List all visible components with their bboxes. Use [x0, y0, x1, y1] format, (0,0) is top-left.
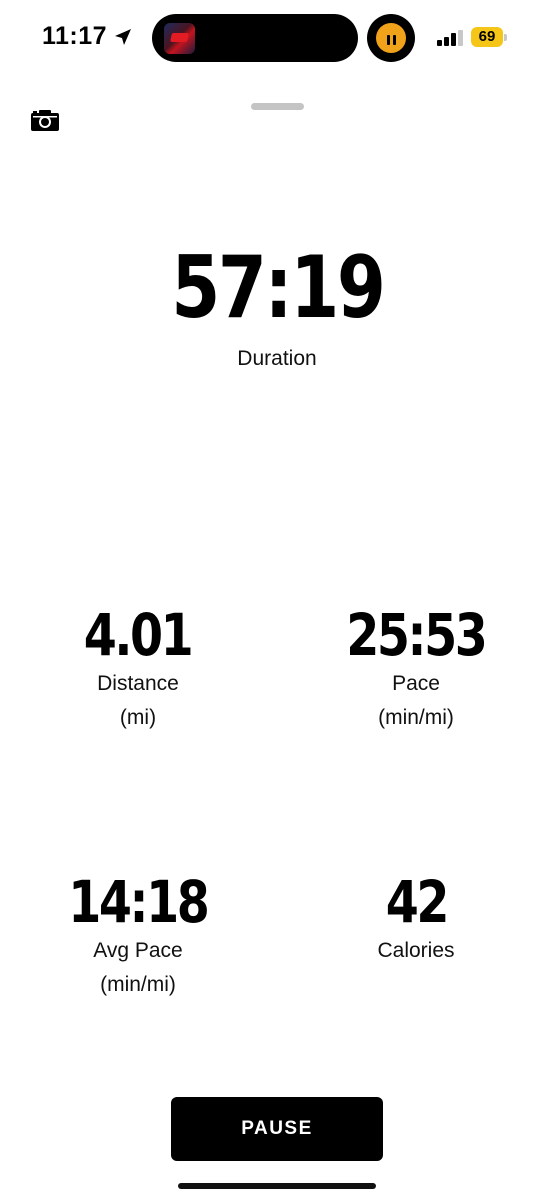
cellular-signal-icon [437, 30, 463, 46]
pause-icon [376, 23, 406, 53]
location-arrow-icon [115, 28, 132, 45]
avg-pace-label: Avg Pace [93, 939, 183, 962]
status-time: 11:17 [42, 22, 133, 51]
distance-label: Distance [97, 672, 179, 695]
duration-label: Duration [237, 347, 317, 370]
camera-icon[interactable] [30, 108, 60, 132]
distance-unit: (mi) [119, 706, 157, 729]
pace-unit: (min/mi) [378, 706, 454, 729]
avg-pace-value: 14:18 [68, 868, 210, 936]
pace-label: Pace [392, 672, 440, 695]
duration-value: 57:19 [170, 238, 386, 338]
sheet-grabber[interactable] [251, 103, 304, 110]
distance-stat: 4.01 Distance (mi) [38, 606, 238, 732]
pace-value: 25:53 [346, 601, 488, 669]
duration-stat: 57:19 Duration [77, 245, 477, 373]
calories-stat: 42 Calories [316, 873, 516, 965]
home-indicator[interactable] [178, 1183, 376, 1189]
workout-timer-indicator[interactable] [367, 14, 415, 62]
now-playing-artwork [164, 23, 195, 54]
avg-pace-unit: (min/mi) [100, 973, 176, 996]
distance-value: 4.01 [84, 601, 194, 669]
status-bar: 11:17 69 [0, 0, 554, 78]
calories-value: 42 [385, 868, 449, 936]
dynamic-island[interactable] [152, 14, 358, 62]
battery-icon: 69 [471, 27, 507, 47]
clock-text: 11:17 [42, 22, 108, 50]
battery-level: 69 [471, 27, 503, 47]
pace-stat: 25:53 Pace (min/mi) [316, 606, 516, 732]
pause-button[interactable]: PAUSE [171, 1097, 383, 1161]
calories-label: Calories [377, 939, 455, 962]
avg-pace-stat: 14:18 Avg Pace (min/mi) [38, 873, 238, 999]
